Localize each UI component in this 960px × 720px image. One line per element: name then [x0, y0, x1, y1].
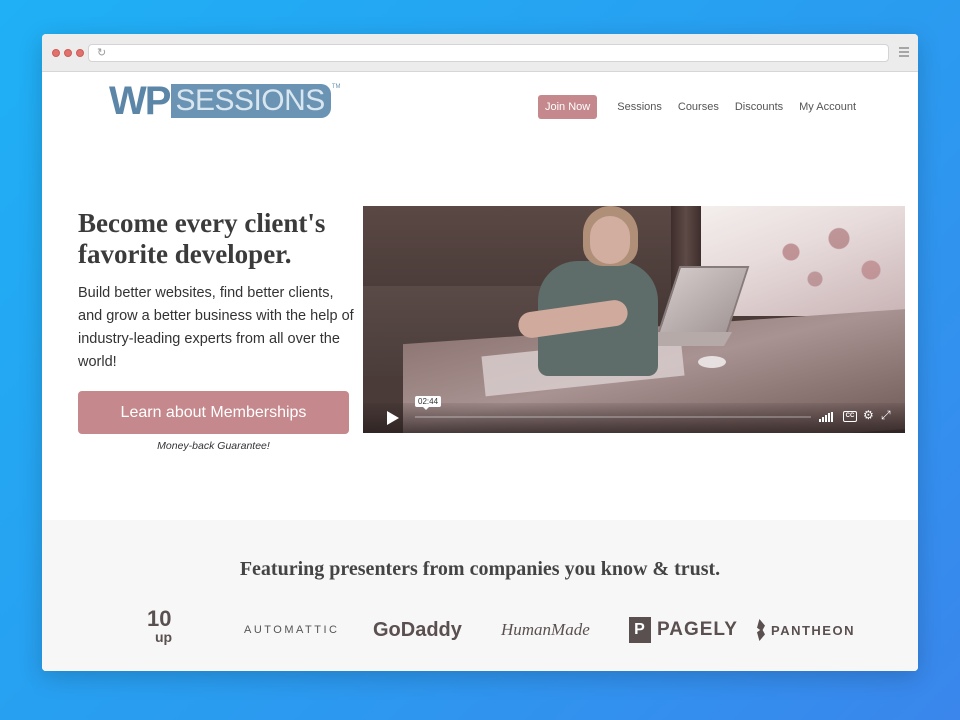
nav-item-my-account[interactable]: My Account	[799, 101, 856, 113]
menu-icon[interactable]	[899, 47, 909, 59]
volume-icon[interactable]	[819, 412, 835, 422]
main-nav: Join Now Sessions Courses Discounts My A…	[537, 95, 862, 119]
automattic-logo: AUTOMATTIC	[244, 624, 340, 636]
video-duration: 02:44	[415, 396, 442, 410]
company-logos: 10 up AUTOMATTIC GoDaddy HumanMade P PAG…	[42, 606, 918, 650]
window-controls	[52, 49, 84, 57]
person-illustration	[508, 206, 658, 376]
hero-video[interactable]: 02:44 CC ⚙ ⤢	[363, 206, 905, 433]
browser-window: ↻ WP SESSIONS TM Join Now Sessions Cours…	[42, 34, 918, 671]
nav-item-courses[interactable]: Courses	[678, 101, 719, 113]
logo-wp-text: WP	[109, 79, 171, 123]
browser-chrome: ↻	[42, 34, 918, 72]
reload-icon[interactable]: ↻	[97, 46, 106, 59]
address-bar[interactable]: ↻	[88, 44, 889, 62]
fullscreen-icon[interactable]: ⤢	[881, 408, 891, 423]
pagely-mark-icon: P	[629, 617, 651, 643]
logo-sessions-text: SESSIONS	[171, 84, 331, 118]
godaddy-logo: GoDaddy	[373, 618, 462, 641]
play-icon[interactable]	[387, 411, 399, 425]
nav-item-sessions[interactable]: Sessions	[617, 101, 662, 113]
video-controls: 02:44 CC ⚙ ⤢	[363, 396, 905, 433]
hero-description: Build better websites, find better clien…	[78, 285, 354, 370]
companies-title: Featuring presenters from companies you …	[239, 558, 721, 580]
logo-trademark: TM	[331, 84, 341, 90]
maximize-dot[interactable]	[76, 49, 84, 57]
nav-item-discounts[interactable]: Discounts	[735, 101, 783, 113]
learn-memberships-button[interactable]: Learn about Memberships	[78, 391, 349, 434]
captions-icon[interactable]: CC	[843, 411, 857, 422]
humanmade-logo: HumanMade	[501, 620, 590, 639]
pagely-logo: P PAGELY	[629, 610, 738, 650]
hero-title: Become every client's favorite developer…	[78, 208, 326, 269]
close-dot[interactable]	[52, 49, 60, 57]
settings-gear-icon[interactable]: ⚙	[863, 408, 874, 422]
site-logo[interactable]: WP SESSIONS TM	[109, 80, 341, 122]
video-progress-track[interactable]	[415, 416, 811, 418]
pantheon-logo: PANTHEON	[757, 610, 855, 650]
10up-logo: 10 up	[147, 606, 173, 646]
join-now-button[interactable]: Join Now	[537, 95, 598, 119]
pantheon-bolt-icon	[757, 619, 765, 641]
page-content: WP SESSIONS TM Join Now Sessions Courses…	[42, 72, 918, 671]
minimize-dot[interactable]	[64, 49, 72, 57]
guarantee-text: Money-back Guarantee!	[157, 440, 270, 452]
